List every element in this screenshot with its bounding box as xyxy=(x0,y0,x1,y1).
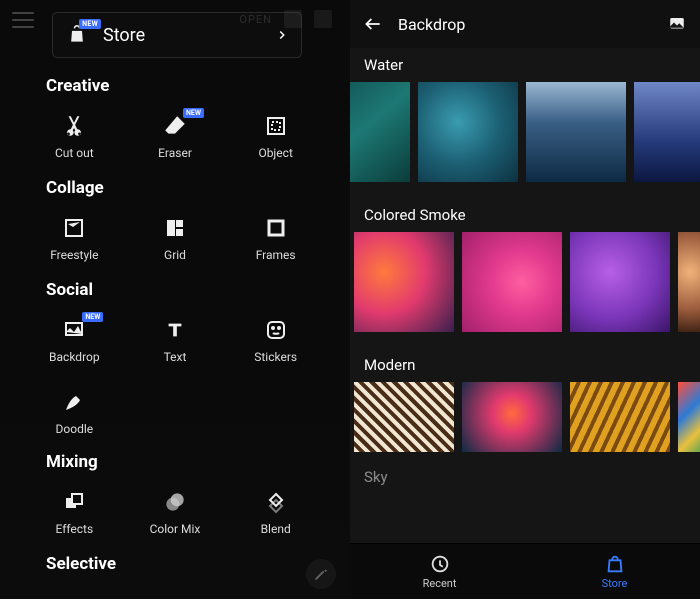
backdrop-header: Backdrop xyxy=(350,0,700,48)
tool-frames[interactable]: Frames xyxy=(225,204,326,272)
tool-label: Eraser xyxy=(158,146,192,160)
new-badge: NEW xyxy=(79,19,101,29)
backdrop-thumb[interactable] xyxy=(354,232,454,332)
object-icon xyxy=(262,112,290,140)
tool-doodle[interactable]: Doodle xyxy=(24,378,125,446)
blend-icon xyxy=(262,488,290,516)
scissors-icon xyxy=(60,112,88,140)
tools-panel: OPEN NEW Store Creative Cut out NEW Eras… xyxy=(0,0,350,599)
store-icon xyxy=(604,553,626,575)
category-title-water: Water xyxy=(350,50,700,82)
thumbs-modern xyxy=(350,382,700,458)
backdrop-thumb[interactable] xyxy=(678,382,700,452)
nav-label: Store xyxy=(602,577,628,590)
back-button[interactable] xyxy=(362,13,384,35)
tool-object[interactable]: Object xyxy=(225,102,326,170)
tool-label: Blend xyxy=(261,522,291,536)
section-title-collage: Collage xyxy=(0,174,350,204)
nav-label: Recent xyxy=(423,577,457,590)
backdrop-thumb[interactable] xyxy=(418,82,518,182)
tool-label: Freestyle xyxy=(50,248,98,262)
tool-effects[interactable]: Effects xyxy=(24,478,125,546)
backdrop-thumb[interactable] xyxy=(526,82,626,182)
tool-label: Grid xyxy=(164,248,186,262)
new-badge: NEW xyxy=(82,312,103,322)
tool-label: Backdrop xyxy=(49,350,100,364)
tool-label: Frames xyxy=(256,248,296,262)
tool-label: Object xyxy=(258,146,292,160)
tool-text[interactable]: Text xyxy=(125,306,226,374)
doodle-icon xyxy=(60,388,88,416)
background-open-hint: OPEN xyxy=(239,10,332,28)
tool-freestyle[interactable]: Freestyle xyxy=(24,204,125,272)
thumbs-water xyxy=(350,82,700,188)
backdrop-thumb[interactable] xyxy=(570,232,670,332)
category-title-smoke: Colored Smoke xyxy=(350,200,700,232)
tool-stickers[interactable]: Stickers xyxy=(225,306,326,374)
tool-backdrop[interactable]: NEW Backdrop xyxy=(24,306,125,374)
tool-label: Color Mix xyxy=(150,522,201,536)
effects-icon xyxy=(60,488,88,516)
panel-title: Backdrop xyxy=(398,15,465,34)
backdrop-thumb[interactable] xyxy=(462,232,562,332)
tool-eraser[interactable]: NEW Eraser xyxy=(125,102,226,170)
backdrop-categories: Water Colored Smoke Modern Sky xyxy=(350,48,700,543)
backdrop-thumb[interactable] xyxy=(570,382,670,452)
tool-cutout[interactable]: Cut out xyxy=(24,102,125,170)
nav-recent[interactable]: Recent xyxy=(423,553,457,590)
tool-label: Cut out xyxy=(55,146,94,160)
stickers-icon xyxy=(262,316,290,344)
colormix-icon xyxy=(161,488,189,516)
frame-icon xyxy=(262,214,290,242)
backdrop-thumb[interactable] xyxy=(678,232,700,332)
backdrop-thumb[interactable] xyxy=(354,382,454,452)
category-title-sky: Sky xyxy=(350,458,700,486)
freestyle-icon xyxy=(60,214,88,242)
chevron-right-icon xyxy=(273,26,291,44)
section-title-social: Social xyxy=(0,276,350,306)
bottom-nav: Recent Store xyxy=(350,543,700,599)
image-picker-icon[interactable] xyxy=(666,15,688,33)
menu-icon[interactable] xyxy=(12,12,34,28)
section-title-selective: Selective xyxy=(0,550,350,580)
grid-icon xyxy=(161,214,189,242)
store-bag-icon: NEW xyxy=(65,25,89,45)
tool-label: Effects xyxy=(55,522,93,536)
recent-icon xyxy=(429,553,451,575)
section-title-creative: Creative xyxy=(0,72,350,102)
tool-grid[interactable]: Grid xyxy=(125,204,226,272)
tool-label: Text xyxy=(164,350,187,364)
edit-fab[interactable] xyxy=(306,559,336,589)
section-title-mixing: Mixing xyxy=(0,448,350,478)
backdrop-panel: Backdrop Water Colored Smoke Modern Sk xyxy=(350,0,700,599)
new-badge: NEW xyxy=(183,108,204,118)
backdrop-thumb[interactable] xyxy=(350,82,410,182)
thumbs-smoke xyxy=(350,232,700,338)
text-icon xyxy=(161,316,189,344)
backdrop-thumb[interactable] xyxy=(462,382,562,452)
category-title-modern: Modern xyxy=(350,350,700,382)
nav-store[interactable]: Store xyxy=(602,553,628,590)
backdrop-thumb[interactable] xyxy=(634,82,700,182)
tool-label: Stickers xyxy=(254,350,297,364)
tool-label: Doodle xyxy=(56,422,94,436)
tool-blend[interactable]: Blend xyxy=(225,478,326,546)
tool-colormix[interactable]: Color Mix xyxy=(125,478,226,546)
